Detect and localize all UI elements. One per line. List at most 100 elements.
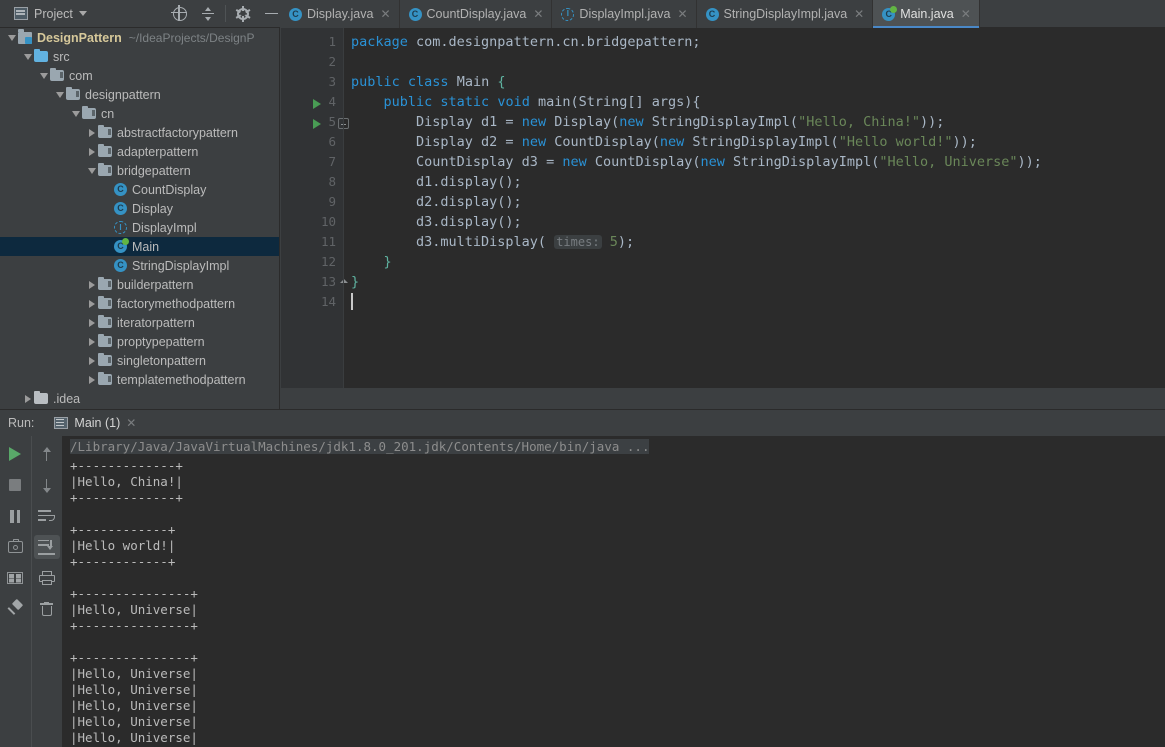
dump-threads-button[interactable] — [2, 535, 28, 559]
next-occurrence-button[interactable] — [34, 473, 60, 497]
print-button[interactable] — [34, 566, 60, 590]
code-token: new — [700, 154, 734, 170]
expand-arrow-right-icon[interactable] — [86, 294, 98, 313]
expand-arrow-right-icon[interactable] — [86, 275, 98, 294]
package-icon — [98, 162, 112, 176]
code-line: package com.designpattern.cn.bridgepatte… — [351, 32, 701, 52]
interface-icon — [114, 221, 127, 234]
print-icon — [38, 571, 55, 585]
pause-button[interactable] — [2, 504, 28, 528]
scroll-to-end-button[interactable] — [33, 535, 60, 559]
tree-node[interactable]: iteratorpattern — [0, 313, 279, 332]
tree-node[interactable]: DisplayImpl — [0, 218, 279, 237]
close-icon[interactable]: ✕ — [126, 416, 136, 430]
tree-node[interactable]: bridgepattern — [0, 161, 279, 180]
class-icon — [114, 183, 127, 196]
clear-all-button[interactable] — [34, 597, 60, 621]
settings-button[interactable] — [229, 0, 257, 27]
editor-tab[interactable]: Display.java ✕ — [280, 0, 400, 28]
prev-occurrence-button[interactable] — [34, 442, 60, 466]
console-command-line: /Library/Java/JavaVirtualMachines/jdk1.8… — [70, 439, 650, 454]
tree-node-label: DisplayImpl — [132, 220, 197, 235]
dump-threads-icon — [7, 538, 23, 553]
expand-arrow-right-icon[interactable] — [86, 332, 98, 351]
expand-arrow-down-icon[interactable] — [38, 66, 50, 85]
expand-arrow-down-icon[interactable] — [54, 85, 66, 104]
tree-node[interactable]: abstractfactorypattern — [0, 123, 279, 142]
class-icon — [114, 259, 127, 272]
tree-node[interactable]: .idea — [0, 389, 279, 408]
tree-node[interactable]: factorymethodpattern — [0, 294, 279, 313]
code-line: d1.display(); — [351, 172, 522, 192]
text-caret — [351, 293, 353, 310]
expand-arrow-down-icon[interactable] — [70, 104, 82, 123]
tree-node[interactable]: com — [0, 66, 279, 85]
tree-node[interactable]: src — [0, 47, 279, 66]
chevron-down-icon[interactable] — [78, 11, 87, 16]
run-toolbar — [0, 436, 62, 747]
line-number: 14 — [320, 294, 336, 309]
run-configuration-tab[interactable]: Main (1) ✕ — [46, 410, 144, 436]
run-toolbar-left-column — [0, 436, 31, 747]
run-gutter-icon[interactable] — [313, 119, 321, 129]
rerun-button[interactable] — [2, 442, 28, 466]
close-icon[interactable]: ✕ — [533, 8, 543, 20]
project-toolbar-icons — [166, 0, 285, 27]
collapse-all-button[interactable] — [194, 0, 222, 27]
expand-arrow-right-icon[interactable] — [86, 142, 98, 161]
pin-tab-button[interactable] — [2, 597, 28, 621]
editor-tab[interactable]: Main.java ✕ — [873, 0, 980, 28]
code-content[interactable]: package com.designpattern.cn.bridgepatte… — [344, 28, 1165, 388]
run-gutter-icon[interactable] — [313, 99, 321, 109]
editor-tab[interactable]: CountDisplay.java ✕ — [399, 0, 553, 28]
tree-node-label: com — [69, 68, 93, 83]
expand-arrow-down-icon[interactable] — [86, 161, 98, 180]
tree-node[interactable]: StringDisplayImpl — [0, 256, 279, 275]
code-token: static — [440, 94, 498, 110]
code-editor[interactable]: 1 2 3 4 5 6 7 8 9 10 11 12 13 14 package com.designpa… — [281, 28, 1165, 388]
close-icon[interactable]: ✕ — [854, 8, 864, 20]
console-view-button[interactable] — [2, 566, 28, 590]
tree-node-label: abstractfactorypattern — [117, 125, 238, 140]
line-number: 8 — [328, 174, 336, 189]
expand-arrow-right-icon[interactable] — [86, 351, 98, 370]
tree-node[interactable]: builderpattern — [0, 275, 279, 294]
expand-arrow-right-icon[interactable] — [86, 313, 98, 332]
tree-node[interactable]: templatemethodpattern — [0, 370, 279, 389]
tree-node[interactable]: Main — [0, 237, 279, 256]
tree-node-label: factorymethodpattern — [117, 296, 236, 311]
stop-button[interactable] — [2, 473, 28, 497]
editor-tab[interactable]: DisplayImpl.java ✕ — [552, 0, 697, 28]
close-icon[interactable]: ✕ — [380, 8, 390, 20]
project-tool-window-button[interactable]: Project — [8, 0, 93, 27]
console-output[interactable]: /Library/Java/JavaVirtualMachines/jdk1.8… — [62, 436, 1165, 747]
tree-node[interactable]: cn — [0, 104, 279, 123]
locate-button[interactable] — [166, 0, 194, 27]
expand-arrow-right-icon[interactable] — [86, 123, 98, 142]
tree-node[interactable]: designpattern — [0, 85, 279, 104]
editor-tab[interactable]: StringDisplayImpl.java ✕ — [696, 0, 874, 28]
code-token: class — [407, 74, 457, 90]
tree-node[interactable]: DesignPattern ~/IdeaProjects/DesignP — [0, 28, 279, 47]
soft-wrap-button[interactable] — [34, 504, 60, 528]
code-line: Display d2 = new CountDisplay(new String… — [351, 132, 977, 152]
code-token: new — [562, 154, 595, 170]
runnable-class-icon — [114, 238, 129, 253]
tree-node[interactable]: CountDisplay — [0, 180, 279, 199]
tree-node[interactable]: adapterpattern — [0, 142, 279, 161]
close-icon[interactable]: ✕ — [961, 8, 971, 20]
console-line: +------------+ — [70, 522, 176, 537]
expand-arrow-down-icon[interactable] — [22, 47, 34, 66]
expand-arrow-right-icon[interactable] — [22, 389, 34, 408]
expand-arrow-down-icon[interactable] — [6, 28, 18, 47]
editor-gutter[interactable]: 1 2 3 4 5 6 7 8 9 10 11 12 13 14 — [281, 28, 349, 388]
close-icon[interactable]: ✕ — [677, 8, 687, 20]
tree-node[interactable]: singletonpattern — [0, 351, 279, 370]
tree-node[interactable]: proptypepattern — [0, 332, 279, 351]
tree-node[interactable]: Display — [0, 199, 279, 218]
code-token: d1.display(); — [351, 174, 522, 190]
project-tree-panel[interactable]: DesignPattern ~/IdeaProjects/DesignP src co… — [0, 28, 280, 409]
expand-arrow-right-icon[interactable] — [86, 370, 98, 389]
tree-node-label: proptypepattern — [117, 334, 205, 349]
